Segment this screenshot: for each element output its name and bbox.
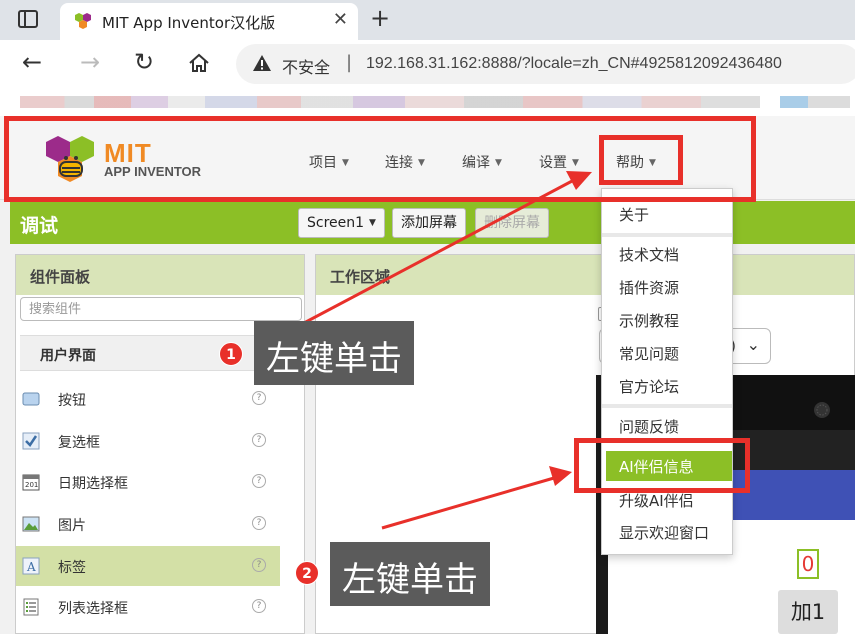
list-icon <box>23 598 39 616</box>
url-separator: | <box>346 52 353 73</box>
menu-divider <box>602 233 732 237</box>
warning-icon <box>253 55 271 71</box>
app-inventor-favicon-icon <box>75 13 91 29</box>
remove-screen-button[interactable]: 删除屏幕 <box>475 208 549 238</box>
back-arrow-icon[interactable]: ← <box>22 48 42 76</box>
svg-text:201: 201 <box>25 481 38 489</box>
browser-tab[interactable]: MIT App Inventor汉化版 ✕ <box>60 3 358 40</box>
phone-speaker-icon <box>814 402 830 418</box>
reload-icon[interactable]: ↻ <box>134 48 154 76</box>
work-area-title: 工作区域 <box>316 255 854 295</box>
checkbox-icon <box>22 432 40 450</box>
home-icon[interactable] <box>188 52 210 74</box>
svg-text:A: A <box>26 560 36 574</box>
help-icon[interactable]: ? <box>252 433 266 447</box>
palette-item-image[interactable]: 图片 ? <box>16 504 280 544</box>
palette-item-label[interactable]: A 标签 ? <box>16 546 280 586</box>
menu-item-documentation[interactable]: 技术文档 <box>602 239 732 269</box>
image-icon <box>22 516 40 532</box>
menu-item-tutorials[interactable]: 示例教程 <box>602 305 732 335</box>
label-icon: A <box>22 557 40 575</box>
palette-item-button[interactable]: 按钮 ? <box>16 379 280 419</box>
help-dropdown-menu: 关于 技术文档 插件资源 示例教程 常见问题 官方论坛 问题反馈 AI伴侣信息 … <box>601 188 733 555</box>
project-title: 调试 <box>20 215 59 237</box>
counter-label[interactable]: 0 <box>797 549 819 579</box>
url-field[interactable]: 不安全 | 192.168.31.162:8888/?locale=zh_CN#… <box>236 44 855 84</box>
button-icon <box>22 392 40 406</box>
help-icon[interactable]: ? <box>252 599 266 613</box>
menu-item-faq[interactable]: 常见问题 <box>602 338 732 368</box>
annotation-callout-2: 左键单击 <box>330 542 490 606</box>
menu-item-feedback[interactable]: 问题反馈 <box>602 411 732 441</box>
calendar-icon: 201 <box>22 474 40 491</box>
palette-item-list-picker[interactable]: 列表选择框 ? <box>16 587 280 627</box>
search-components-input[interactable] <box>20 297 302 321</box>
palette-item-checkbox[interactable]: 复选框 ? <box>16 421 280 461</box>
menu-divider <box>602 404 732 408</box>
address-bar: ← → ↻ 不安全 | 192.168.31.162:8888/?locale=… <box>0 40 855 88</box>
annotation-step-1-badge: 1 <box>219 342 243 366</box>
menu-item-about[interactable]: 关于 <box>602 199 732 229</box>
help-icon[interactable]: ? <box>252 516 266 530</box>
blurred-bookmarks <box>20 96 760 108</box>
palette-item-date-picker[interactable]: 201 日期选择框 ? <box>16 462 280 502</box>
menu-item-forum[interactable]: 官方论坛 <box>602 371 732 401</box>
blurred-bookmarks-right <box>780 96 850 108</box>
help-icon[interactable]: ? <box>252 474 266 488</box>
chevron-down-icon: ⌄ <box>746 335 760 354</box>
annotation-box-companion <box>574 438 750 493</box>
palette-title: 组件面板 <box>16 255 304 295</box>
forward-arrow-icon[interactable]: → <box>80 48 100 76</box>
menu-item-extensions[interactable]: 插件资源 <box>602 272 732 302</box>
caret-down-icon: ▼ <box>369 218 376 228</box>
add-one-button[interactable]: 加1 <box>778 590 838 634</box>
url-text: 192.168.31.162:8888/?locale=zh_CN#492581… <box>366 55 782 72</box>
sidebar-toggle-icon[interactable] <box>18 10 38 28</box>
insecure-label: 不安全 <box>282 58 331 77</box>
annotation-box-help <box>599 135 683 185</box>
help-icon[interactable]: ? <box>252 391 266 405</box>
new-tab-icon[interactable]: + <box>370 4 390 32</box>
bookmarks-bar <box>0 88 855 116</box>
help-icon[interactable]: ? <box>252 558 266 572</box>
menu-item-show-splash[interactable]: 显示欢迎窗口 <box>602 517 732 547</box>
annotation-step-2-badge: 2 <box>295 561 319 585</box>
browser-tab-bar: MIT App Inventor汉化版 ✕ + <box>0 0 855 40</box>
screen-select[interactable]: Screen1 ▼ <box>298 208 385 238</box>
tab-close-icon[interactable]: ✕ <box>333 9 348 30</box>
tab-title: MIT App Inventor汉化版 <box>102 14 276 32</box>
annotation-callout-1: 左键单击 <box>254 321 414 385</box>
add-screen-button[interactable]: 添加屏幕 <box>392 208 466 238</box>
